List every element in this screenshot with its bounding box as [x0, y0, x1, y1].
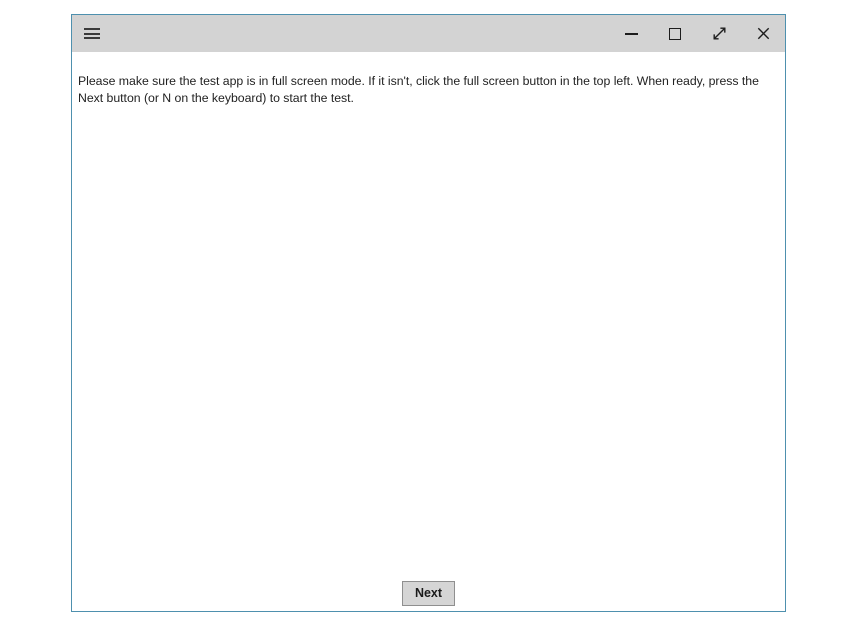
fullscreen-diagonal-arrow-icon	[713, 27, 726, 40]
menu-button[interactable]	[72, 15, 112, 52]
minimize-button[interactable]	[609, 15, 653, 52]
maximize-icon	[669, 27, 681, 40]
window-controls	[609, 15, 785, 52]
hamburger-line	[84, 37, 100, 39]
footer-bar: Next	[72, 581, 785, 606]
close-icon	[757, 27, 769, 40]
title-bar	[72, 15, 785, 52]
maximize-button[interactable]	[653, 15, 697, 52]
next-button[interactable]: Next	[401, 581, 456, 606]
hamburger-icon	[84, 28, 100, 39]
close-button[interactable]	[741, 15, 785, 52]
hamburger-line	[84, 28, 100, 30]
fullscreen-button[interactable]	[697, 15, 741, 52]
instruction-text: Please make sure the test app is in full…	[78, 74, 759, 105]
content-area: Please make sure the test app is in full…	[72, 52, 785, 611]
hamburger-line	[84, 32, 100, 35]
app-window: Please make sure the test app is in full…	[71, 14, 786, 612]
minimize-icon	[624, 33, 638, 34]
